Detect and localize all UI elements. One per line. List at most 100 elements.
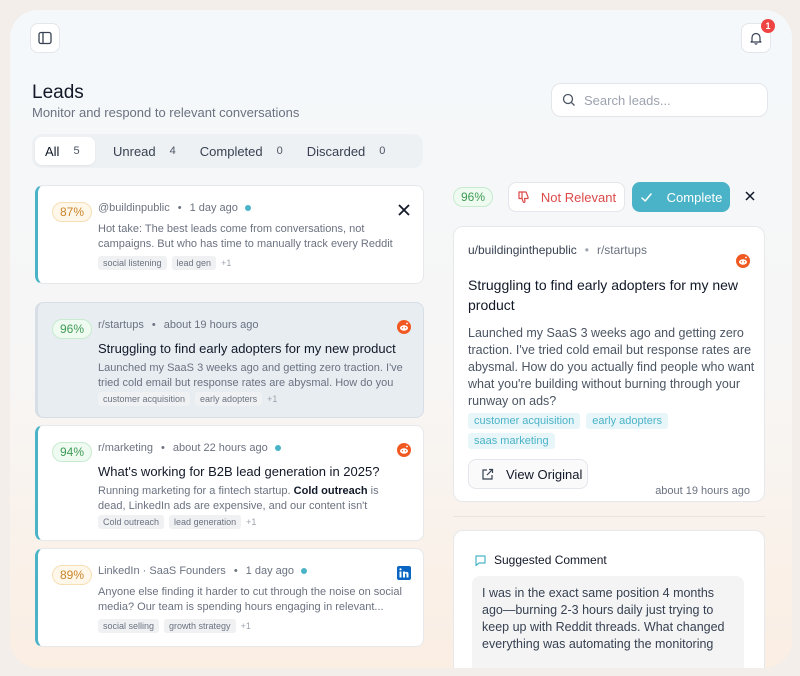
tab-label: Unread <box>113 143 156 159</box>
meta-separator: • <box>161 442 165 454</box>
lead-source: r/startups <box>98 319 144 331</box>
close-detail-button[interactable] <box>742 188 758 204</box>
tab-all[interactable]: All 5 <box>35 137 95 165</box>
lead-time: about 22 hours ago <box>172 442 268 454</box>
relevance-score: 96% <box>52 319 93 339</box>
detail-body: Launched my SaaS 3 weeks ago and getting… <box>468 326 755 408</box>
lead-excerpt: Hot take: The best leads come from conve… <box>98 223 393 250</box>
lead-tags: social selling growth strategy +1 <box>98 619 251 633</box>
suggested-heading-label: Suggested Comment <box>494 553 607 567</box>
suggested-comment-card: Suggested Comment I was in the exact sam… <box>453 530 765 668</box>
lead-excerpt: Running marketing for a fintech startup.… <box>98 484 408 514</box>
lead-time: about 19 hours ago <box>163 319 259 331</box>
complete-button[interactable]: Complete <box>632 182 730 212</box>
reddit-icon <box>736 254 750 268</box>
meta-separator: • <box>151 319 156 331</box>
not-relevant-label: Not Relevant <box>540 189 617 205</box>
lead-title: What's working for B2B lead generation i… <box>98 464 380 479</box>
lead-meta: r/marketing • about 22 hours ago <box>98 442 281 454</box>
view-original-button[interactable]: View Original <box>468 459 588 489</box>
tag: saas marketing <box>468 433 555 449</box>
tag: social listening <box>98 256 167 270</box>
lead-card[interactable]: 89% LinkedIn · SaaS Founders • 1 day ago… <box>35 548 424 647</box>
tag: growth strategy <box>164 619 236 633</box>
lead-source: r/marketing <box>98 442 154 454</box>
tag: customer acquisition <box>98 392 191 406</box>
lead-meta: LinkedIn · SaaS Founders • 1 day ago <box>98 565 307 577</box>
message-icon <box>475 554 486 566</box>
tag: customer acquisition <box>468 413 581 429</box>
detail-subreddit: r/startups <box>596 243 647 257</box>
tab-completed[interactable]: Completed 0 <box>190 137 293 165</box>
thumbs-down-icon <box>518 191 529 204</box>
meta-separator: • <box>584 243 589 257</box>
section-divider <box>453 516 765 517</box>
lead-detail-card: u/buildinginthepublic • r/startups Strug… <box>453 226 765 502</box>
tab-count: 0 <box>379 145 386 157</box>
lead-tags: Cold outreach lead generation +1 <box>98 515 256 529</box>
lead-excerpt: Anyone else finding it harder to cut thr… <box>98 586 402 613</box>
lead-card[interactable]: 87% @buildinpublic • 1 day ago Hot take:… <box>35 185 424 284</box>
tag: lead gen <box>171 256 217 270</box>
detail-relevance-score: 96% <box>453 187 494 207</box>
lead-source: LinkedIn · SaaS Founders <box>98 565 226 577</box>
search-box[interactable] <box>551 83 768 117</box>
meta-separator: • <box>233 565 238 577</box>
suggested-comment-text[interactable]: I was in the exact same position 4 month… <box>472 576 744 668</box>
check-icon <box>640 192 652 202</box>
tag: social selling <box>98 619 160 633</box>
app-frame: 1 Leads Monitor and respond to relevant … <box>10 10 792 668</box>
external-link-icon <box>482 468 494 480</box>
lead-time: 1 day ago <box>189 202 238 214</box>
tag: early adopters <box>195 392 263 406</box>
lead-excerpt: Launched my SaaS 3 weeks ago and getting… <box>98 362 403 389</box>
unread-dot <box>301 568 307 574</box>
page-title: Leads <box>32 82 84 103</box>
lead-meta: @buildinpublic • 1 day ago <box>98 202 251 214</box>
tag: early adopters <box>586 413 668 429</box>
view-original-label: View Original <box>506 466 583 482</box>
close-icon <box>745 191 755 201</box>
more-tags: +1 <box>246 517 257 527</box>
unread-dot <box>244 205 251 211</box>
tab-label: Completed <box>199 143 263 159</box>
meta-separator: • <box>177 202 182 214</box>
bell-icon <box>750 32 762 45</box>
detail-author: u/buildinginthepublic <box>468 243 577 257</box>
more-tags: +1 <box>267 394 278 404</box>
search-input[interactable] <box>584 92 754 108</box>
tab-count: 5 <box>73 145 80 157</box>
tag: Cold outreach <box>98 515 165 529</box>
relevance-score: 94% <box>52 442 93 462</box>
sidebar-icon <box>38 31 52 45</box>
lead-title: Struggling to find early adopters for my… <box>98 341 396 356</box>
tab-unread[interactable]: Unread 4 <box>103 137 186 165</box>
lead-tags: customer acquisition early adopters +1 <box>98 392 277 406</box>
lead-tags: social listening lead gen +1 <box>98 256 231 270</box>
not-relevant-button[interactable]: Not Relevant <box>508 182 625 212</box>
tab-label: All <box>45 143 60 159</box>
lead-card[interactable]: 94% r/marketing • about 22 hours ago Wha… <box>35 425 424 541</box>
tab-discarded[interactable]: Discarded 0 <box>297 137 396 165</box>
tab-count: 4 <box>169 145 176 157</box>
notification-badge: 1 <box>761 19 775 33</box>
filter-tabs: All 5 Unread 4 Completed 0 Discarded 0 <box>32 134 423 168</box>
reddit-icon <box>397 320 411 334</box>
lead-source: @buildinpublic <box>98 202 170 214</box>
lead-time: 1 day ago <box>245 565 294 577</box>
detail-meta: u/buildinginthepublic • r/startups <box>468 243 647 257</box>
relevance-score: 89% <box>52 565 93 585</box>
lead-card-selected[interactable]: 96% r/startups • about 19 hours ago Stru… <box>35 302 424 418</box>
detail-title: Struggling to find early adopters for my… <box>468 277 739 313</box>
page-subtitle: Monitor and respond to relevant conversa… <box>32 105 300 120</box>
linkedin-icon <box>397 566 411 580</box>
detail-tags: customer acquisition early adopters saas… <box>468 413 758 453</box>
search-icon <box>562 93 575 106</box>
reddit-icon <box>397 443 411 457</box>
detail-time: about 19 hours ago <box>655 485 750 497</box>
complete-label: Complete <box>666 189 723 205</box>
sidebar-toggle-button[interactable] <box>30 23 60 53</box>
keyword-highlight: Cold outreach <box>293 485 368 497</box>
tab-count: 0 <box>276 145 283 157</box>
more-tags: +1 <box>221 258 232 268</box>
